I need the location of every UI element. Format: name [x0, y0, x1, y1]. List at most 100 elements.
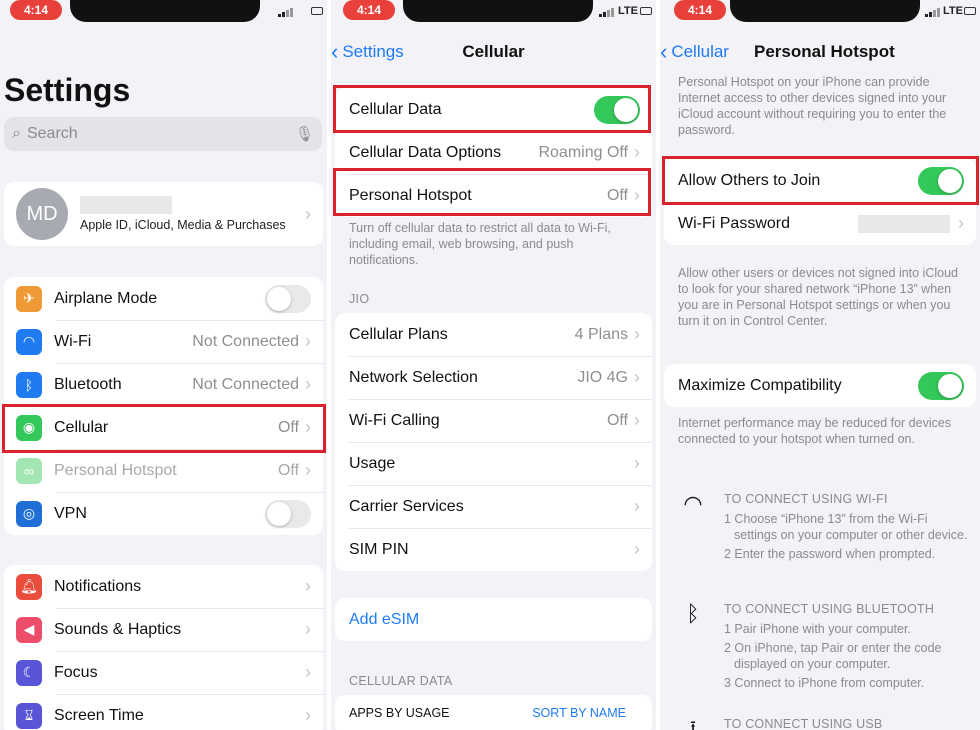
row-cellular-plans[interactable]: Cellular Plans 4 Plans ›	[335, 313, 652, 356]
add-esim-button[interactable]: Add eSIM	[335, 598, 652, 641]
bt-step-2: 2 On iPhone, tap Pair or enter the code …	[724, 641, 942, 671]
row-value: Off	[277, 461, 299, 479]
settings-screen: 4:14 Settings ⌕ Search 🎙︎ MD Apple ID, i…	[0, 0, 327, 730]
row-sim-pin[interactable]: SIM PIN ›	[335, 528, 652, 571]
status-bar: 4:14	[0, 0, 327, 22]
row-personal-hotspot[interactable]: ∞ Personal Hotspot Off ›	[4, 449, 323, 492]
row-allow-others-to-join[interactable]: Allow Others to Join	[664, 159, 976, 202]
apple-id-row[interactable]: MD Apple ID, iCloud, Media & Purchases ›	[4, 182, 323, 246]
vpn-icon: ◎	[16, 500, 42, 527]
row-vpn[interactable]: ◎ VPN	[4, 492, 323, 535]
row-value: Off	[277, 418, 299, 436]
row-label: Notifications	[54, 577, 142, 595]
row-wifi-password[interactable]: Wi-Fi Password ›	[664, 202, 976, 245]
compatibility-group: Maximize Compatibility	[664, 364, 976, 407]
airplane-mode-toggle[interactable]	[265, 284, 311, 313]
cellular-data-toggle[interactable]	[594, 95, 640, 124]
row-wifi-calling[interactable]: Wi-Fi Calling Off ›	[335, 399, 652, 442]
battery-icon	[964, 7, 976, 15]
esim-group: Add eSIM	[335, 598, 652, 641]
carrier-group: Cellular Plans 4 Plans › Network Selecti…	[335, 313, 652, 571]
wifi-step-1: 1 Choose “iPhone 13” from the Wi-Fi sett…	[724, 512, 968, 542]
chevron-right-icon: ›	[305, 619, 311, 639]
row-label: Usage	[349, 454, 396, 472]
row-wifi[interactable]: ◠ Wi-Fi Not Connected ›	[4, 320, 323, 363]
chevron-right-icon: ›	[305, 705, 311, 725]
sort-by-name-button[interactable]: SORT BY NAME	[532, 706, 626, 720]
chevron-right-icon: ›	[305, 460, 311, 480]
row-maximize-compatibility[interactable]: Maximize Compatibility	[664, 364, 976, 407]
page-title: Cellular	[462, 42, 525, 61]
chevron-right-icon: ›	[634, 324, 640, 344]
chevron-right-icon: ›	[305, 662, 311, 682]
row-value: Roaming Off	[538, 143, 628, 161]
row-label: Screen Time	[54, 706, 144, 724]
add-esim-label: Add eSIM	[349, 610, 420, 628]
row-personal-hotspot[interactable]: Personal Hotspot Off ›	[335, 174, 652, 217]
row-label: Bluetooth	[54, 375, 122, 393]
allow-footer: Allow other users or devices not signed …	[678, 266, 959, 328]
maximize-compatibility-toggle[interactable]	[918, 371, 964, 400]
row-label: Cellular	[54, 418, 109, 436]
row-focus[interactable]: ☾ Focus ›	[4, 651, 323, 694]
row-cellular-data-options[interactable]: Cellular Data Options Roaming Off ›	[335, 131, 652, 174]
allow-others-toggle[interactable]	[918, 166, 964, 195]
bell-icon: 🔔︎	[16, 573, 42, 600]
row-label: Cellular Data	[349, 100, 442, 118]
bt-step-1: 1 Pair iPhone with your computer.	[724, 622, 911, 636]
row-label: Personal Hotspot	[54, 461, 177, 479]
row-label: Carrier Services	[349, 497, 464, 515]
row-label: Wi-Fi Password	[678, 214, 791, 232]
moon-icon: ☾	[16, 659, 42, 686]
chevron-right-icon: ›	[305, 374, 311, 394]
cellular-data-header: CELLULAR DATA	[349, 674, 453, 688]
row-cellular[interactable]: ◉ Cellular Off ›	[4, 406, 323, 449]
microphone-icon[interactable]: 🎙︎	[295, 125, 314, 143]
network-type: LTE	[943, 5, 963, 17]
account-group: MD Apple ID, iCloud, Media & Purchases ›	[4, 182, 323, 246]
row-value: Off	[606, 186, 628, 204]
search-input[interactable]: ⌕ Search 🎙︎	[4, 117, 322, 151]
bluetooth-icon: ᛒ	[16, 371, 42, 398]
row-label: Cellular Plans	[349, 325, 448, 343]
chevron-right-icon: ›	[634, 539, 640, 559]
row-notifications[interactable]: 🔔︎ Notifications ›	[4, 565, 323, 608]
row-value: Not Connected	[192, 332, 299, 350]
account-subtitle: Apple ID, iCloud, Media & Purchases	[80, 217, 286, 232]
status-time: 4:14	[343, 0, 395, 20]
row-airplane-mode[interactable]: ✈ Airplane Mode	[4, 277, 323, 320]
notch	[70, 0, 260, 22]
row-sounds-haptics[interactable]: ◀ Sounds & Haptics ›	[4, 608, 323, 651]
chevron-right-icon: ›	[958, 213, 964, 233]
row-value: 4 Plans	[574, 325, 628, 343]
row-carrier-services[interactable]: Carrier Services ›	[335, 485, 652, 528]
status-time: 4:14	[674, 0, 726, 20]
network-type: LTE	[618, 5, 638, 17]
cellular-screen: 4:14 LTE ‹ Settings Cellular Cellular Da…	[331, 0, 656, 730]
usb-connect-header: TO CONNECT USING USB	[724, 717, 883, 730]
airplane-icon: ✈	[16, 285, 42, 312]
chevron-right-icon: ›	[634, 142, 640, 162]
apps-usage-group: APPS BY USAGE SORT BY NAME	[335, 695, 652, 730]
chevron-right-icon: ›	[634, 367, 640, 387]
wifi-icon: ◠	[16, 328, 42, 355]
row-cellular-data[interactable]: Cellular Data	[335, 88, 652, 131]
apps-usage-row: APPS BY USAGE SORT BY NAME	[335, 695, 652, 730]
carrier-header: JIO	[349, 292, 370, 306]
row-label: SIM PIN	[349, 540, 409, 558]
hourglass-icon: ⌛︎	[16, 702, 42, 729]
vpn-toggle[interactable]	[265, 499, 311, 528]
cellular-footer: Turn off cellular data to restrict all d…	[349, 221, 611, 267]
search-icon: ⌕	[12, 125, 21, 142]
row-value: JIO 4G	[577, 368, 628, 386]
bt-step-3: 3 Connect to iPhone from computer.	[724, 676, 925, 690]
usb-icon: ⭱	[690, 719, 696, 730]
page-title: Settings	[4, 72, 131, 108]
row-screen-time[interactable]: ⌛︎ Screen Time ›	[4, 694, 323, 730]
redacted-password	[858, 214, 950, 233]
row-usage[interactable]: Usage ›	[335, 442, 652, 485]
cellular-icon: ◉	[16, 414, 42, 441]
battery-icon	[640, 7, 652, 15]
row-network-selection[interactable]: Network Selection JIO 4G ›	[335, 356, 652, 399]
row-bluetooth[interactable]: ᛒ Bluetooth Not Connected ›	[4, 363, 323, 406]
